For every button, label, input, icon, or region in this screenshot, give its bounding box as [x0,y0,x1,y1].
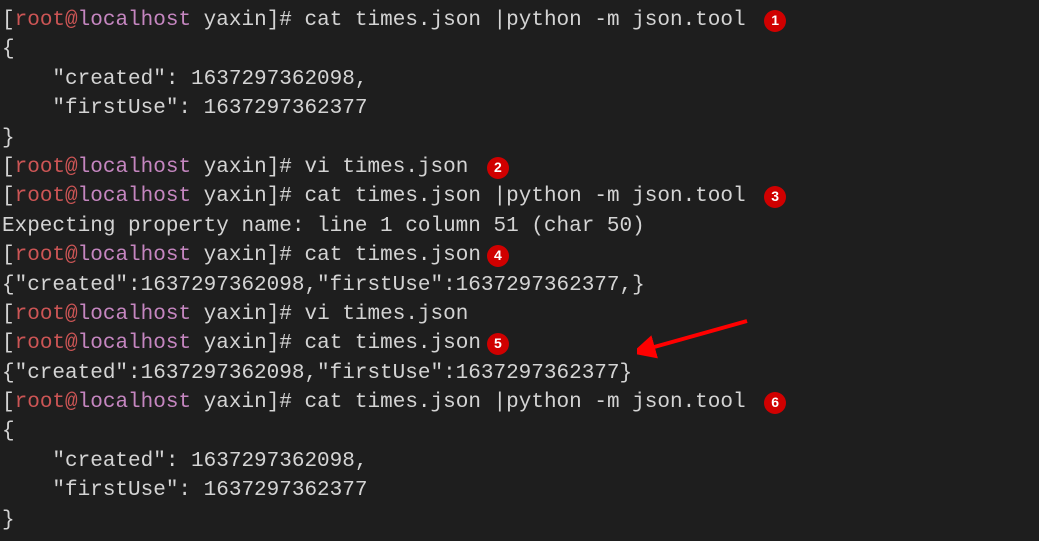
bracket-open: [ [2,6,15,35]
prompt-user: root [15,6,65,35]
terminal-line-cmd-4: [root@localhost yaxin]# cat times.json 4 [2,241,1037,270]
prompt-host: localhost [78,182,191,211]
output-raw-bad: {"created":1637297362098,"firstUse":1637… [2,271,1037,300]
bracket-open: [ [2,241,15,270]
command-text: vi times.json [305,153,469,182]
terminal-line-cmd-6: [root@localhost yaxin]# cat times.json 5 [2,329,1037,358]
prompt-user: root [15,153,65,182]
space [292,388,305,417]
output-json-created: "created": 1637297362098, [2,447,1037,476]
space [292,153,305,182]
prompt-dir: yaxin [204,329,267,358]
prompt-host: localhost [78,329,191,358]
prompt-dir: yaxin [204,6,267,35]
prompt-hash: # [279,241,292,270]
terminal-line-cmd-5: [root@localhost yaxin]# vi times.json [2,300,1037,329]
prompt-at: @ [65,388,78,417]
space [191,241,204,270]
prompt-at: @ [65,300,78,329]
prompt-dir: yaxin [204,388,267,417]
prompt-dir: yaxin [204,153,267,182]
bracket-close: ] [267,241,280,270]
annotation-badge-2: 2 [487,157,509,179]
prompt-hash: # [279,182,292,211]
space [746,388,759,417]
bracket-open: [ [2,300,15,329]
space [746,182,759,211]
prompt-at: @ [65,153,78,182]
space [292,6,305,35]
space [292,300,305,329]
prompt-hash: # [279,300,292,329]
command-text: vi times.json [305,300,469,329]
terminal-line-cmd-3: [root@localhost yaxin]# cat times.json |… [2,182,1037,211]
output-json-close: } [2,506,1037,535]
terminal-line-cmd-1: [root@localhost yaxin]# cat times.json |… [2,6,1037,35]
command-text: cat times.json [305,241,481,270]
prompt-at: @ [65,329,78,358]
space [468,153,481,182]
output-json-close: } [2,124,1037,153]
prompt-dir: yaxin [204,182,267,211]
prompt-at: @ [65,6,78,35]
prompt-hash: # [279,153,292,182]
prompt-hash: # [279,329,292,358]
terminal-line-cmd-2: [root@localhost yaxin]# vi times.json 2 [2,153,1037,182]
terminal-line-cmd-7: [root@localhost yaxin]# cat times.json |… [2,388,1037,417]
command-text: cat times.json |python -m json.tool [305,388,746,417]
prompt-host: localhost [78,241,191,270]
prompt-host: localhost [78,300,191,329]
bracket-close: ] [267,388,280,417]
prompt-user: root [15,388,65,417]
bracket-close: ] [267,6,280,35]
space [191,182,204,211]
annotation-badge-1: 1 [764,10,786,32]
command-text: cat times.json [305,329,481,358]
prompt-user: root [15,241,65,270]
prompt-hash: # [279,6,292,35]
space [292,241,305,270]
prompt-dir: yaxin [204,241,267,270]
prompt-user: root [15,329,65,358]
prompt-at: @ [65,182,78,211]
raw-json-bad: {"created":1637297362098,"firstUse":1637… [2,271,645,300]
output-json-open: { [2,417,1037,446]
prompt-at: @ [65,241,78,270]
output-json-firstuse: "firstUse": 1637297362377 [2,476,1037,505]
prompt-user: root [15,182,65,211]
space [191,6,204,35]
output-error: Expecting property name: line 1 column 5… [2,212,1037,241]
prompt-host: localhost [78,153,191,182]
bracket-open: [ [2,182,15,211]
annotation-badge-4: 4 [487,245,509,267]
annotation-badge-6: 6 [764,392,786,414]
bracket-close: ] [267,329,280,358]
space [191,329,204,358]
bracket-close: ] [267,300,280,329]
prompt-hash: # [279,388,292,417]
output-json-firstuse: "firstUse": 1637297362377 [2,94,1037,123]
output-json-created: "created": 1637297362098, [2,65,1037,94]
space [746,6,759,35]
output-json-open: { [2,35,1037,64]
command-text: cat times.json |python -m json.tool [305,6,746,35]
bracket-open: [ [2,329,15,358]
annotation-badge-5: 5 [487,333,509,355]
space [191,153,204,182]
prompt-user: root [15,300,65,329]
prompt-host: localhost [78,388,191,417]
prompt-host: localhost [78,6,191,35]
bracket-open: [ [2,153,15,182]
prompt-dir: yaxin [204,300,267,329]
bracket-close: ] [267,153,280,182]
space [292,329,305,358]
bracket-close: ] [267,182,280,211]
space [191,300,204,329]
command-text: cat times.json |python -m json.tool [305,182,746,211]
bracket-open: [ [2,388,15,417]
space [191,388,204,417]
annotation-badge-3: 3 [764,186,786,208]
output-raw-good: {"created":1637297362098,"firstUse":1637… [2,359,1037,388]
space [292,182,305,211]
